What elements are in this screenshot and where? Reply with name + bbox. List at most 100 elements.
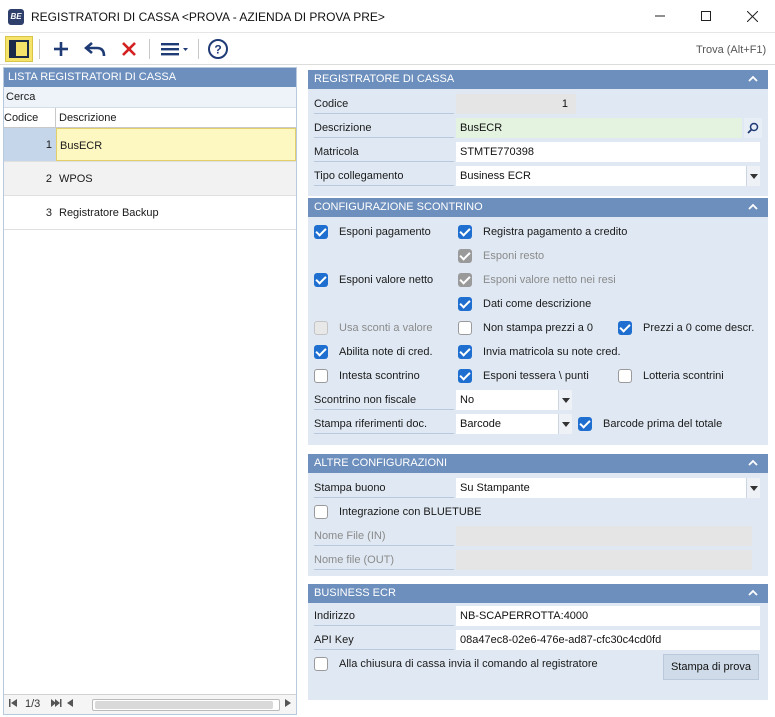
chevron-down-icon[interactable] [746, 478, 760, 498]
chevron-up-icon[interactable] [748, 454, 758, 473]
descrizione-label: Descrizione [314, 118, 454, 138]
chevron-up-icon[interactable] [748, 70, 758, 89]
section-scontrino: CONFIGURAZIONE SCONTRINO Esponi pagament… [308, 198, 768, 445]
chevron-down-icon[interactable] [746, 166, 760, 186]
scrollbar-thumb[interactable] [95, 701, 273, 709]
prezzi-zero-checkbox[interactable] [618, 321, 632, 335]
table-row[interactable]: 2 WPOS [4, 162, 296, 196]
dati-descrizione-checkbox[interactable] [458, 297, 472, 311]
first-record-icon[interactable] [8, 698, 18, 711]
window-title: REGISTRATORI DI CASSA <PROVA - AZIENDA D… [31, 10, 385, 24]
stampa-buono-select[interactable]: Su Stampante [456, 478, 760, 498]
abilita-note-label: Abilita note di cred. [339, 346, 433, 358]
undo-icon [84, 42, 106, 57]
toolbar-separator [149, 39, 150, 59]
table-row[interactable]: 3 Registratore Backup [4, 196, 296, 230]
non-fiscale-label: Scontrino non fiscale [314, 390, 454, 410]
column-description[interactable]: Descrizione [56, 108, 296, 127]
esponi-valore-netto-checkbox[interactable] [314, 273, 328, 287]
section-header[interactable]: CONFIGURAZIONE SCONTRINO [308, 198, 768, 217]
add-button[interactable] [47, 36, 75, 62]
minimize-icon [655, 15, 665, 17]
stampa-buono-value: Su Stampante [460, 482, 530, 494]
codice-field: 1 [456, 94, 576, 114]
file-in-label: Nome File (IN) [314, 526, 454, 546]
esponi-valore-netto-resi-label: Esponi valore netto nei resi [483, 274, 616, 286]
matricola-field[interactable]: STMTE770398 [456, 142, 760, 162]
search-icon [747, 122, 759, 134]
section-title: ALTRE CONFIGURAZIONI [314, 457, 448, 469]
esponi-tessera-checkbox[interactable] [458, 369, 472, 383]
add-icon [54, 42, 68, 56]
non-fiscale-value: No [460, 394, 475, 406]
indirizzo-field[interactable]: NB-SCAPERROTTA:4000 [456, 606, 760, 626]
invia-matricola-checkbox[interactable] [458, 345, 472, 359]
list-header: LISTA REGISTRATORI DI CASSA [4, 68, 296, 87]
lotteria-label: Lotteria scontrini [643, 370, 724, 382]
delete-button[interactable] [115, 36, 143, 62]
row-code: 3 [45, 207, 52, 219]
usa-sconti-checkbox[interactable] [314, 321, 328, 335]
horizontal-scrollbar[interactable] [92, 699, 280, 711]
row-description: WPOS [59, 173, 93, 185]
chevron-down-icon[interactable] [558, 390, 572, 410]
abilita-note-checkbox[interactable] [314, 345, 328, 359]
menu-icon [161, 43, 188, 56]
find-field[interactable]: Trova (Alt+F1) [692, 40, 772, 60]
esponi-pagamento-checkbox[interactable] [314, 225, 328, 239]
stampa-prova-button[interactable]: Stampa di prova [663, 654, 759, 680]
prev-page-icon[interactable] [66, 698, 74, 711]
help-icon: ? [208, 39, 228, 59]
non-fiscale-select[interactable]: No [456, 390, 572, 410]
section-header[interactable]: REGISTRATORE DI CASSA [308, 70, 768, 89]
riferimenti-select[interactable]: Barcode [456, 414, 572, 434]
panel-toggle-button[interactable] [5, 36, 33, 62]
search-label[interactable]: Cerca [4, 87, 296, 108]
indirizzo-label: Indirizzo [314, 606, 454, 626]
column-code[interactable]: Codice [4, 108, 56, 127]
chevron-up-icon[interactable] [748, 198, 758, 217]
non-stampa-prezzi-checkbox[interactable] [458, 321, 472, 335]
api-key-field[interactable]: 08a47ec8-02e6-476e-ad87-cfc30c4cd0fd [456, 630, 760, 650]
table-row[interactable]: 1 BusECR [4, 128, 296, 162]
grid-header: Codice Descrizione [4, 108, 296, 128]
search-button[interactable] [744, 118, 762, 138]
intesta-scontrino-checkbox[interactable] [314, 369, 328, 383]
section-header[interactable]: BUSINESS ECR [308, 584, 768, 603]
maximize-button[interactable] [683, 4, 729, 30]
menu-button[interactable] [156, 36, 192, 62]
section-title: CONFIGURAZIONE SCONTRINO [314, 201, 483, 213]
chevron-down-icon[interactable] [558, 414, 572, 434]
esponi-valore-netto-resi-checkbox[interactable] [458, 273, 472, 287]
prezzi-zero-label: Prezzi a 0 come descr. [643, 322, 755, 334]
help-button[interactable]: ? [204, 36, 232, 62]
last-record-icon[interactable] [50, 698, 62, 711]
non-stampa-prezzi-label: Non stampa prezzi a 0 [483, 322, 594, 334]
esponi-resto-checkbox[interactable] [458, 249, 472, 263]
section-header[interactable]: ALTRE CONFIGURAZIONI [308, 454, 768, 473]
undo-button[interactable] [81, 36, 109, 62]
lotteria-checkbox[interactable] [618, 369, 632, 383]
esponi-pagamento-label: Esponi pagamento [339, 226, 431, 238]
tipo-collegamento-select[interactable]: Business ECR [456, 166, 760, 186]
minimize-button[interactable] [637, 4, 683, 30]
bluetube-checkbox[interactable] [314, 505, 328, 519]
close-button[interactable] [729, 4, 775, 30]
descrizione-field[interactable]: BusECR [456, 118, 742, 138]
next-page-icon[interactable] [284, 698, 292, 711]
list-panel: LISTA REGISTRATORI DI CASSA Cerca Codice… [3, 67, 297, 715]
chevron-up-icon[interactable] [748, 584, 758, 603]
barcode-prima-label: Barcode prima del totale [603, 418, 723, 430]
pager-label: 1/3 [25, 698, 41, 710]
section-business-ecr: BUSINESS ECR Indirizzo NB-SCAPERROTTA:40… [308, 584, 768, 700]
section-title: BUSINESS ECR [314, 587, 396, 599]
svg-text:?: ? [214, 43, 221, 57]
registra-pagamento-label: Registra pagamento a credito [483, 226, 628, 238]
registra-pagamento-checkbox[interactable] [458, 225, 472, 239]
file-out-field[interactable] [456, 550, 752, 570]
barcode-prima-checkbox[interactable] [578, 417, 592, 431]
file-in-field[interactable] [456, 526, 752, 546]
chiusura-checkbox[interactable] [314, 657, 328, 671]
row-code: 2 [45, 173, 52, 185]
detail-panel: REGISTRATORE DI CASSA Codice 1 Descrizio… [300, 67, 775, 717]
